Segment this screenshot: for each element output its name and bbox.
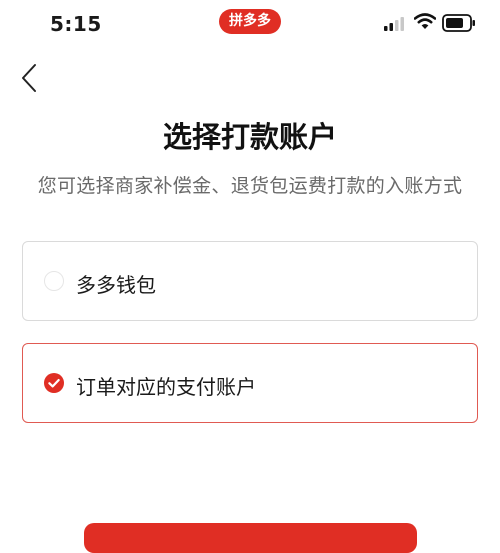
page-subtitle: 您可选择商家补偿金、退货包运费打款的入账方式 bbox=[37, 175, 463, 197]
radio-unchecked[interactable] bbox=[44, 271, 64, 291]
status-time: 5:15 bbox=[50, 12, 102, 36]
radio-checked[interactable] bbox=[44, 373, 64, 393]
status-bar: 5:15 拼多多 bbox=[0, 0, 500, 46]
option-label: 订单对应的支付账户 bbox=[76, 375, 256, 399]
signal-icon bbox=[384, 16, 406, 35]
chevron-left-icon bbox=[14, 64, 48, 100]
page-title: 选择打款账户 bbox=[162, 120, 337, 154]
option-order-payment-account[interactable]: 订单对应的支付账户 bbox=[22, 343, 478, 423]
confirm-button[interactable] bbox=[84, 523, 417, 553]
app-badge-label: 拼多多 bbox=[229, 13, 271, 29]
option-label: 多多钱包 bbox=[76, 273, 156, 297]
wifi-icon bbox=[413, 13, 437, 34]
app-badge[interactable]: 拼多多 bbox=[219, 9, 281, 34]
check-icon bbox=[48, 379, 60, 388]
option-duoduo-wallet[interactable]: 多多钱包 bbox=[22, 241, 478, 321]
battery-icon bbox=[442, 14, 476, 36]
back-button[interactable] bbox=[14, 60, 48, 96]
